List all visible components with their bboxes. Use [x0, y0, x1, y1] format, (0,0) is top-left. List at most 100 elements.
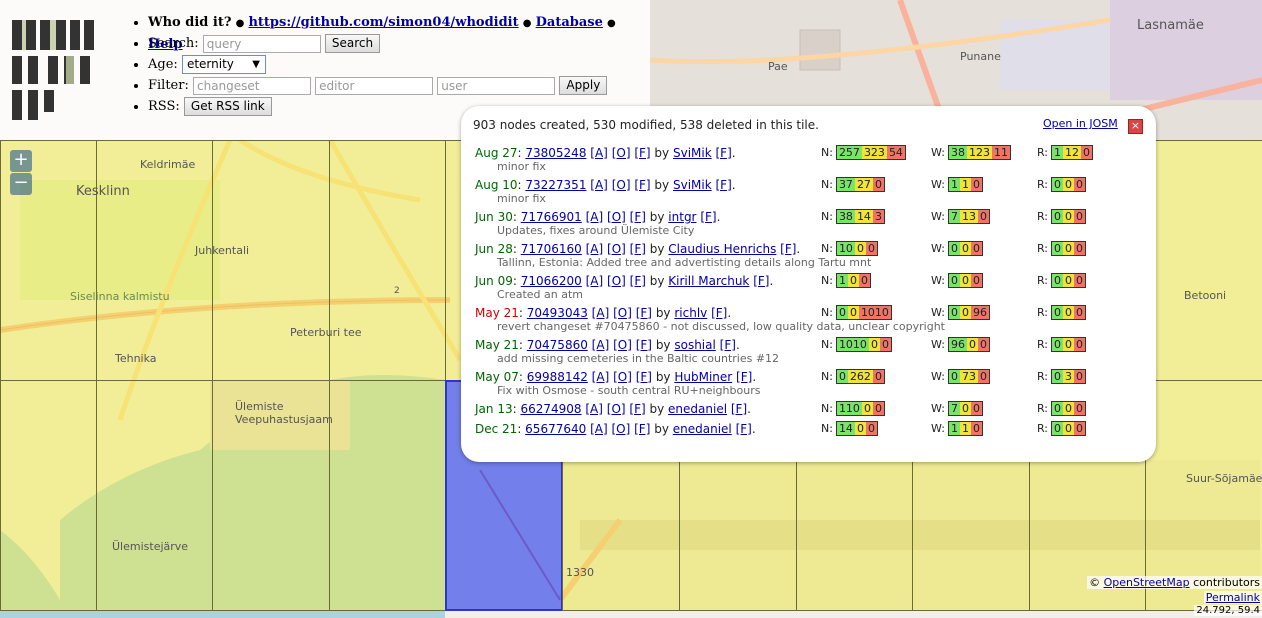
- changeset-id-link[interactable]: 71066200: [521, 274, 582, 288]
- user-filter-link[interactable]: [F]: [736, 370, 752, 384]
- map-tile[interactable]: [1145, 140, 1262, 381]
- close-icon[interactable]: ×: [1128, 119, 1143, 134]
- changeset-a-link[interactable]: [A]: [590, 146, 608, 160]
- zoom-in-button[interactable]: +: [10, 150, 32, 172]
- changeset-id-link[interactable]: 65677640: [525, 422, 586, 436]
- user-filter-link[interactable]: [F]: [716, 146, 732, 160]
- user-filter-link[interactable]: [F]: [716, 178, 732, 192]
- changeset-f-link[interactable]: [F]: [636, 338, 652, 352]
- user-filter-link[interactable]: [F]: [753, 274, 769, 288]
- changeset-o-link[interactable]: [O]: [613, 338, 632, 352]
- map-tile[interactable]: [96, 140, 213, 381]
- user-filter-link[interactable]: [F]: [780, 242, 796, 256]
- changeset-f-link[interactable]: [F]: [636, 306, 652, 320]
- osm-attribution-link[interactable]: OpenStreetMap: [1104, 576, 1190, 589]
- changeset-f-link[interactable]: [F]: [634, 146, 650, 160]
- changeset-f-link[interactable]: [F]: [630, 274, 646, 288]
- user-link[interactable]: SviMik: [673, 178, 712, 192]
- map-label: Lasnamäe: [1137, 18, 1204, 33]
- map-tile[interactable]: [0, 380, 97, 611]
- changeset-a-link[interactable]: [A]: [585, 402, 603, 416]
- get-rss-link-button[interactable]: Get RSS link: [183, 97, 272, 116]
- map-label: Juhkentali: [195, 244, 250, 257]
- open-in-josm-link[interactable]: Open in JOSM: [1043, 117, 1118, 130]
- changeset-id-link[interactable]: 66274908: [520, 402, 581, 416]
- changeset-id-link[interactable]: 73227351: [525, 178, 586, 192]
- changeset-f-link[interactable]: [F]: [629, 402, 645, 416]
- by-label: by: [649, 274, 665, 288]
- user-filter-link[interactable]: [F]: [736, 422, 752, 436]
- changeset-a-link[interactable]: [A]: [590, 422, 608, 436]
- changeset-o-link[interactable]: [O]: [612, 178, 631, 192]
- map-label: Betooni: [1184, 289, 1227, 302]
- changeset-id-link[interactable]: 71766901: [521, 210, 582, 224]
- changeset-filter-input[interactable]: [193, 76, 311, 95]
- changeset-date: Jun 30: [475, 210, 513, 224]
- changeset-a-link[interactable]: [A]: [592, 370, 610, 384]
- zoom-out-button[interactable]: −: [10, 173, 32, 195]
- changeset-a-link[interactable]: [A]: [590, 178, 608, 192]
- changeset-id-link[interactable]: 70493043: [527, 306, 588, 320]
- changeset-f-link[interactable]: [F]: [634, 422, 650, 436]
- changeset-a-link[interactable]: [A]: [592, 338, 610, 352]
- map-label: Pae: [768, 60, 788, 73]
- user-link[interactable]: enedaniel: [673, 422, 732, 436]
- user-link[interactable]: HubMiner: [674, 370, 732, 384]
- changeset-o-link[interactable]: [O]: [613, 370, 632, 384]
- user-link[interactable]: SviMik: [673, 146, 712, 160]
- user-filter-link[interactable]: [F]: [700, 210, 716, 224]
- user-filter-link[interactable]: [F]: [731, 402, 747, 416]
- changeset-f-link[interactable]: [F]: [630, 242, 646, 256]
- user-link[interactable]: soshial: [674, 338, 715, 352]
- changeset-a-link[interactable]: [A]: [592, 306, 610, 320]
- user-link[interactable]: richlv: [674, 306, 707, 320]
- permalink-box: Permalink: [1203, 591, 1262, 604]
- ways-bar: 38 123 11: [947, 145, 1011, 160]
- changeset-a-link[interactable]: [A]: [586, 242, 604, 256]
- changeset-f-link[interactable]: [F]: [630, 210, 646, 224]
- changeset-o-link[interactable]: [O]: [611, 422, 630, 436]
- database-link[interactable]: Database: [536, 15, 603, 30]
- ways-bar: 0 73 0: [947, 369, 990, 384]
- changeset-f-link[interactable]: [F]: [636, 370, 652, 384]
- nodes-stat: N: 10 0 0: [821, 241, 878, 256]
- user-filter-input[interactable]: [437, 76, 556, 95]
- user-link[interactable]: Kirill Marchuk: [668, 274, 749, 288]
- changeset-id-link[interactable]: 70475860: [527, 338, 588, 352]
- ways-bar: 110: [947, 421, 983, 436]
- age-select[interactable]: eternity ▼: [181, 55, 266, 74]
- user-link[interactable]: Claudius Henrichs: [668, 242, 776, 256]
- changeset-id-link[interactable]: 71706160: [521, 242, 582, 256]
- map-tile[interactable]: [329, 380, 446, 611]
- user-filter-link[interactable]: [F]: [711, 306, 727, 320]
- ways-label: W:: [931, 274, 945, 287]
- ways-modified: 0: [959, 274, 971, 287]
- changeset-row: Aug 27: 73805248 [A] [O] [F] by SviMik […: [475, 144, 1135, 173]
- changeset-o-link[interactable]: [O]: [607, 274, 626, 288]
- changeset-f-link[interactable]: [F]: [634, 178, 650, 192]
- user-link[interactable]: intgr: [668, 210, 696, 224]
- changeset-o-link[interactable]: [O]: [607, 210, 626, 224]
- permalink-link[interactable]: Permalink: [1206, 591, 1260, 604]
- map-tile[interactable]: [96, 380, 213, 611]
- changeset-id-link[interactable]: 69988142: [527, 370, 588, 384]
- search-input[interactable]: [202, 34, 321, 53]
- user-filter-link[interactable]: [F]: [720, 338, 736, 352]
- map-tile[interactable]: [329, 140, 446, 381]
- changeset-o-link[interactable]: [O]: [607, 402, 626, 416]
- repo-link[interactable]: https://github.com/simon04/whodidit: [248, 15, 518, 30]
- map-tile[interactable]: [212, 140, 330, 381]
- changeset-a-link[interactable]: [A]: [586, 210, 604, 224]
- search-button[interactable]: Search: [324, 34, 381, 53]
- changeset-id-link[interactable]: 73805248: [525, 146, 586, 160]
- editor-filter-input[interactable]: [315, 76, 434, 95]
- apply-button[interactable]: Apply: [559, 76, 608, 95]
- changeset-o-link[interactable]: [O]: [613, 306, 632, 320]
- changeset-a-link[interactable]: [A]: [586, 274, 604, 288]
- ways-created: 96: [948, 338, 967, 351]
- changeset-o-link[interactable]: [O]: [607, 242, 626, 256]
- coords-readout: 24.792, 59.4: [1194, 605, 1262, 616]
- user-link[interactable]: enedaniel: [668, 402, 727, 416]
- changeset-o-link[interactable]: [O]: [612, 146, 631, 160]
- relations-stat: R: 0 0 0: [1037, 305, 1087, 320]
